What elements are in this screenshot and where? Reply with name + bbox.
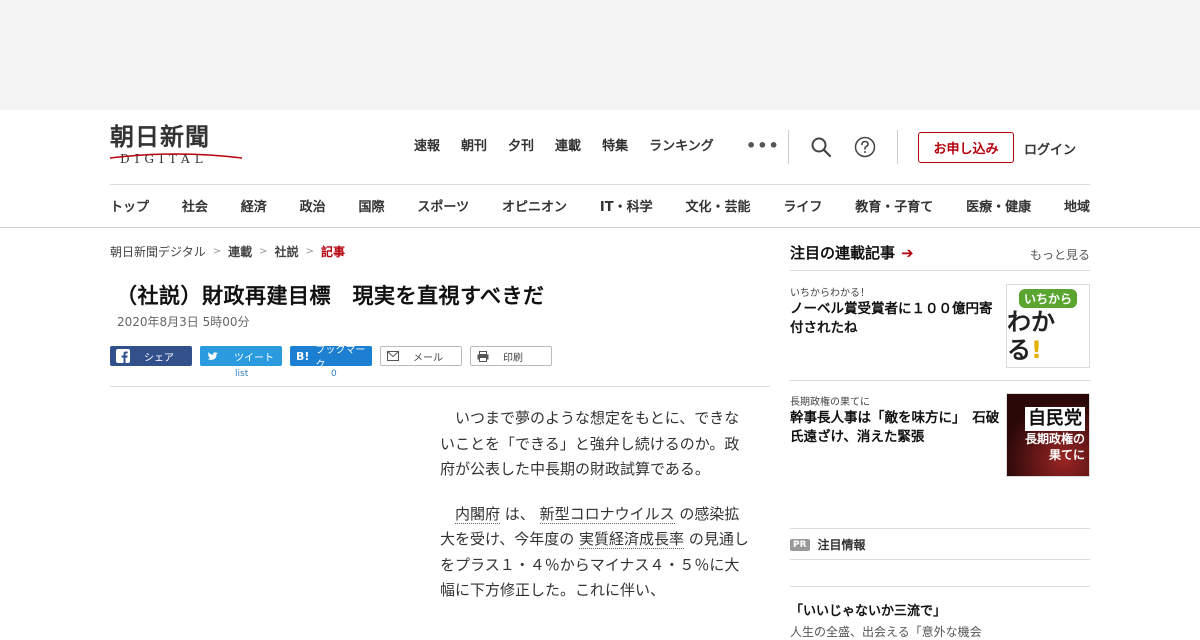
paragraph-text: は、 [500, 504, 540, 523]
breadcrumb-separator: > [305, 246, 314, 257]
category-economy[interactable]: 経済 [241, 196, 267, 215]
nav-item-evening[interactable]: 夕刊 [508, 138, 534, 156]
print-label: 印刷 [503, 352, 523, 364]
mail-share-label: メール [413, 352, 443, 364]
logo-swoosh-icon [110, 153, 242, 159]
breadcrumb-separator: > [212, 246, 222, 257]
category-international[interactable]: 国際 [359, 196, 385, 215]
series-card-title[interactable]: ノーベル賞受賞者に１００億円寄付されたね [790, 300, 1000, 338]
pr-section-heading: PR 注目情報 [790, 536, 866, 553]
category-education[interactable]: 教育・子育て [855, 196, 933, 215]
arrow-right-icon: ➔ [901, 243, 914, 262]
category-life[interactable]: ライフ [783, 196, 822, 215]
site-logo[interactable]: 朝日新聞 DIGITAL [110, 124, 242, 170]
article-paragraph: 内閣府 は、 新型コロナウイルス の感染拡大を受け、今年度の 実質経済成長率 の… [440, 502, 750, 604]
nav-item-features[interactable]: 特集 [602, 138, 628, 156]
thumbnail-text: 果てに [1048, 448, 1085, 462]
divider [790, 380, 1090, 381]
nav-item-ranking[interactable]: ランキング [649, 138, 714, 156]
more-menu-button[interactable]: ••• [746, 136, 780, 155]
site-header: 朝日新聞 DIGITAL 速報 朝刊 夕刊 連載 特集 ランキング ••• お申… [0, 110, 1200, 228]
keyword-link[interactable]: 新型コロナウイルス [539, 504, 675, 524]
thumbnail-text: わかる! [1007, 307, 1055, 364]
pr-section-title: 注目情報 [817, 538, 866, 552]
article-paragraph: いつまで夢のような想定をもとに、できないことを「できる」と強弁し続けるのか。政府… [440, 409, 740, 478]
twitter-share-button[interactable]: ツイート [200, 346, 282, 366]
category-it-science[interactable]: IT・科学 [600, 196, 653, 215]
category-opinion[interactable]: オピニオン [502, 196, 567, 215]
top-nav: 速報 朝刊 夕刊 連載 特集 ランキング [414, 138, 735, 156]
help-icon[interactable] [854, 136, 876, 158]
breadcrumb-home[interactable]: 朝日新聞デジタル [110, 243, 206, 260]
divider [788, 130, 789, 164]
logo-wordmark: 朝日新聞 [110, 122, 210, 151]
printer-icon [477, 350, 489, 362]
divider [790, 559, 1090, 560]
hatena-bookmark-button[interactable]: B! ブックマーク [290, 345, 372, 371]
pr-item-subtitle: 人生の全盛、出会える「意外な機会 [790, 625, 982, 639]
breadcrumb-separator: > [259, 246, 268, 257]
mail-icon [387, 351, 399, 361]
category-nav: トップ 社会 経済 政治 国際 スポーツ オピニオン IT・科学 文化・芸能 ラ… [110, 196, 1090, 215]
facebook-share-label: シェア [144, 352, 174, 364]
hatena-bookmark-count: 0 [331, 369, 337, 379]
see-more-link[interactable]: もっと見る [1030, 246, 1090, 263]
facebook-icon [116, 349, 130, 363]
series-card-thumbnail[interactable]: 自民党 長期政権の 果てに [1006, 393, 1090, 477]
header-divider [110, 184, 1090, 185]
divider [897, 130, 898, 164]
keyword-link[interactable]: 実質経済成長率 [579, 530, 685, 549]
article-body: いつまで夢のような想定をもとに、できないことを「できる」と強弁し続けるのか。政府… [440, 406, 750, 623]
twitter-share-label: ツイート [234, 352, 274, 364]
category-culture[interactable]: 文化・芸能 [685, 196, 750, 215]
twitter-share-count[interactable]: list [235, 369, 248, 379]
series-card-kicker: 長期政権の果てに [790, 397, 870, 408]
print-button[interactable]: 印刷 [470, 346, 552, 366]
keyword-link[interactable]: 内閣府 [455, 504, 501, 524]
breadcrumb-editorial[interactable]: 社説 [275, 243, 299, 260]
series-card-kicker: いちからわかる！ [790, 288, 870, 299]
twitter-icon [207, 352, 219, 360]
search-icon[interactable] [810, 136, 832, 158]
mail-share-button[interactable]: メール [380, 346, 462, 366]
subscribe-button[interactable]: お申し込み [918, 132, 1014, 163]
featured-series-title: 注目の連載記事 [790, 244, 896, 262]
hatena-bookmark-label: ブックマーク [315, 345, 366, 371]
nav-item-morning[interactable]: 朝刊 [461, 138, 487, 156]
divider [790, 528, 1090, 529]
article-headline: （社説）財政再建目標 現実を直視すべきだ [116, 284, 545, 308]
series-card-thumbnail[interactable]: いちから わかる! [1006, 284, 1090, 368]
nav-item-breaking[interactable]: 速報 [414, 138, 440, 156]
series-card[interactable]: いちからわかる！ ノーベル賞受賞者に１００億円寄付されたね いちから わかる! [790, 284, 1090, 368]
login-link[interactable]: ログイン [1024, 139, 1076, 158]
category-top[interactable]: トップ [110, 196, 149, 215]
nav-item-series[interactable]: 連載 [555, 138, 581, 156]
pr-item-title[interactable]: 「いいじゃないか三流で」 [790, 600, 946, 619]
hatena-icon: B! [296, 349, 310, 363]
divider [790, 586, 1090, 587]
category-health[interactable]: 医療・健康 [966, 196, 1031, 215]
sidebar: 注目の連載記事 ➔ もっと見る いちからわかる！ ノーベル賞受賞者に１００億円寄… [790, 242, 1090, 639]
thumbnail-text: 自民党 [1025, 407, 1085, 431]
series-card[interactable]: 長期政権の果てに 幹事長人事は「敵を味方に」 石破氏遠ざけ、消えた緊張 自民党 … [790, 393, 1090, 477]
pr-badge: PR [790, 538, 810, 551]
category-region[interactable]: 地域 [1064, 196, 1090, 215]
thumbnail-text: 長期政権の [1024, 432, 1085, 446]
category-sports[interactable]: スポーツ [417, 196, 469, 215]
category-society[interactable]: 社会 [182, 196, 208, 215]
breadcrumb-current: 記事 [320, 245, 345, 259]
category-politics[interactable]: 政治 [300, 196, 326, 215]
breadcrumb: 朝日新聞デジタル > 連載 > 社説 > 記事 [110, 243, 345, 260]
content-divider [110, 386, 770, 387]
breadcrumb-series[interactable]: 連載 [228, 243, 252, 260]
series-card-title[interactable]: 幹事長人事は「敵を味方に」 石破氏遠ざけ、消えた緊張 [790, 409, 1000, 447]
thumbnail-text: いちから [1018, 288, 1077, 308]
facebook-share-button[interactable]: シェア [110, 346, 192, 366]
article-date: 2020年8月3日 5時00分 [117, 315, 250, 329]
divider [790, 270, 1090, 271]
ad-area [0, 0, 1200, 110]
